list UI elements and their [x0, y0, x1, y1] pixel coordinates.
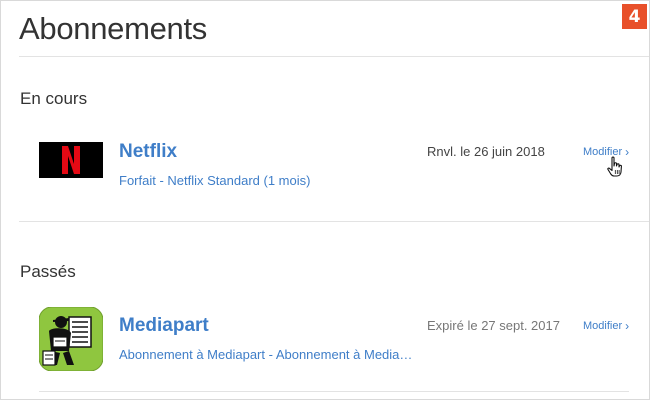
mediapart-app-icon: [39, 307, 103, 371]
page-title: Abonnements: [19, 11, 207, 46]
subscription-plan: Abonnement à Mediapart - Abonnement à Me…: [119, 347, 413, 362]
subscriptions-window: Abonnements 4 En cours Netflix Forfait -…: [0, 0, 650, 400]
subscription-name[interactable]: Netflix: [119, 141, 177, 163]
section-divider: [19, 221, 649, 222]
section-title-past: Passés: [20, 262, 76, 281]
subscription-name[interactable]: Mediapart: [119, 315, 209, 337]
step-badge: 4: [622, 4, 647, 29]
hand-pointer-cursor-icon: [607, 156, 622, 177]
netflix-logo-icon: [39, 142, 103, 178]
renewal-date: Rnvl. le 26 juin 2018: [427, 144, 545, 159]
chevron-right-icon: ›: [625, 319, 630, 333]
modify-label: Modifier: [583, 320, 623, 332]
header-divider: [19, 56, 649, 57]
row-divider: [39, 391, 629, 392]
modify-button-mediapart[interactable]: Modifier ›: [583, 319, 629, 333]
subscription-plan: Forfait - Netflix Standard (1 mois): [119, 173, 311, 188]
section-title-current: En cours: [20, 89, 88, 108]
expiry-date: Expiré le 27 sept. 2017: [427, 318, 560, 333]
